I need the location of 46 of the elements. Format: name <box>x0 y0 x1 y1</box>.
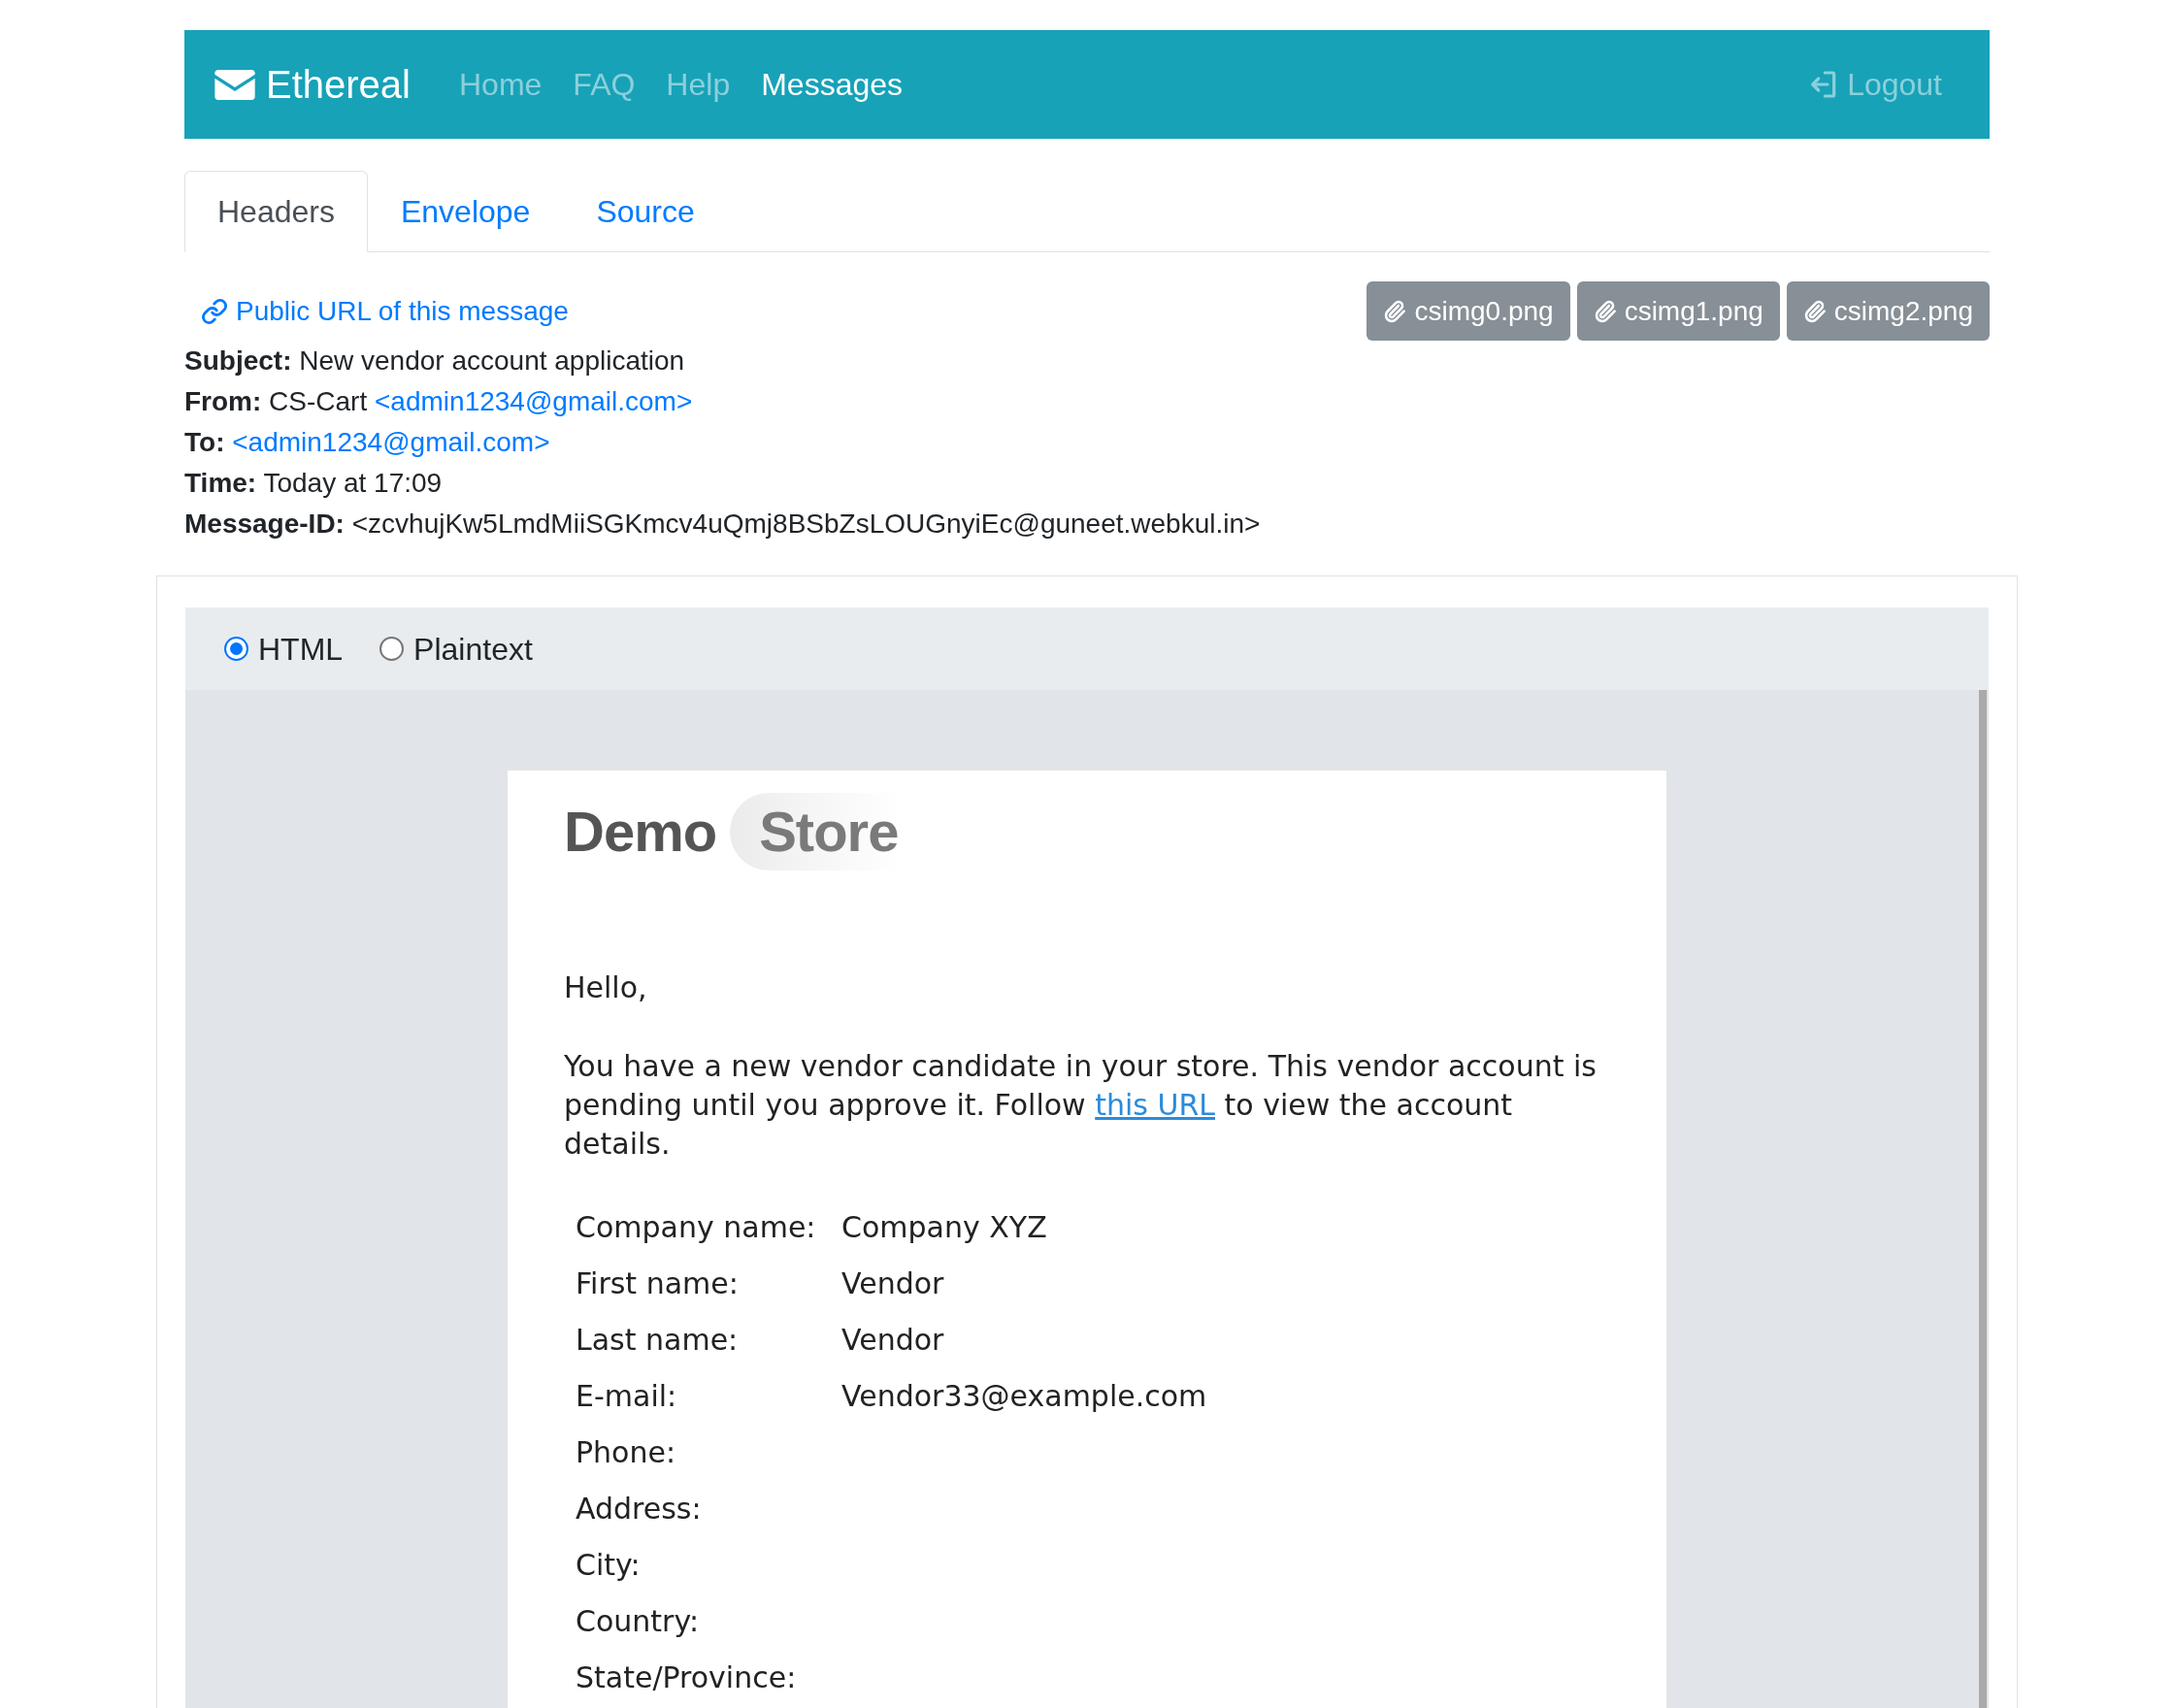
field-label: City: <box>576 1547 642 1584</box>
header-label: To: <box>184 427 225 457</box>
field-label: Phone: <box>576 1434 677 1471</box>
envelope-icon <box>214 69 255 100</box>
paperclip-icon <box>1383 299 1407 323</box>
field-label: First name: <box>576 1265 740 1302</box>
account-url-link[interactable]: this URL <box>1095 1088 1215 1122</box>
nav-link[interactable]: Messages <box>761 69 903 100</box>
header-value: <zcvhujKw5LmdMiiSGKmcv4uQmj8BSbZsLOUGnyiEc@guneet.webkul.in> <box>351 509 1261 539</box>
radio-label[interactable]: Plaintext <box>413 633 533 665</box>
field-value: Company XYZ <box>841 1209 1047 1246</box>
radio-button[interactable] <box>224 637 248 661</box>
email-link[interactable]: <admin1234@gmail.com> <box>232 427 550 457</box>
email-paragraph: You have a new vendor candidate in your store. This vendor account is pending until you approve it. Follow this URL to view the account details. <box>564 1048 1598 1163</box>
header-label: From: <box>184 386 262 416</box>
link-icon <box>201 297 228 325</box>
email-link[interactable]: <admin1234@gmail.com> <box>375 386 693 416</box>
tab[interactable]: Headers <box>184 171 368 252</box>
field-label: State/Province: <box>576 1659 798 1696</box>
field-label: Country: <box>576 1603 701 1640</box>
brand-link[interactable]: Ethereal <box>214 65 411 104</box>
tab[interactable]: Source <box>563 171 728 251</box>
field-value: Vendor33@example.com <box>841 1378 1207 1415</box>
field-label: E-mail: <box>576 1378 678 1415</box>
header-label: Message-ID: <box>184 509 345 539</box>
header-label: Subject: <box>184 345 292 376</box>
header-label: Time: <box>184 468 257 498</box>
tab[interactable]: Envelope <box>367 171 564 251</box>
field-label: Address: <box>576 1491 703 1527</box>
radio-button[interactable] <box>379 637 405 661</box>
attachment-button[interactable]: csimg2.png <box>1786 281 1990 341</box>
field-label: Company name: <box>576 1209 817 1246</box>
paperclip-icon <box>1802 299 1827 323</box>
greeting-text: Hello, <box>564 969 647 1006</box>
header-value: New vendor account application <box>299 345 685 376</box>
radio-label[interactable]: HTML <box>258 633 344 665</box>
attachment-button[interactable]: csimg0.png <box>1367 281 1570 341</box>
header-value: Today at 17:09 <box>263 468 443 498</box>
attachment-button[interactable]: csimg1.png <box>1576 281 1780 341</box>
header-value: CS-Cart <box>269 386 368 416</box>
field-value: Vendor <box>841 1265 944 1302</box>
paperclip-icon <box>1593 299 1617 323</box>
field-label: Last name: <box>576 1322 740 1359</box>
scrollbar[interactable] <box>1979 690 1987 1708</box>
field-value: Vendor <box>841 1322 944 1359</box>
public-url-link[interactable]: Public URL of this message <box>184 297 569 325</box>
